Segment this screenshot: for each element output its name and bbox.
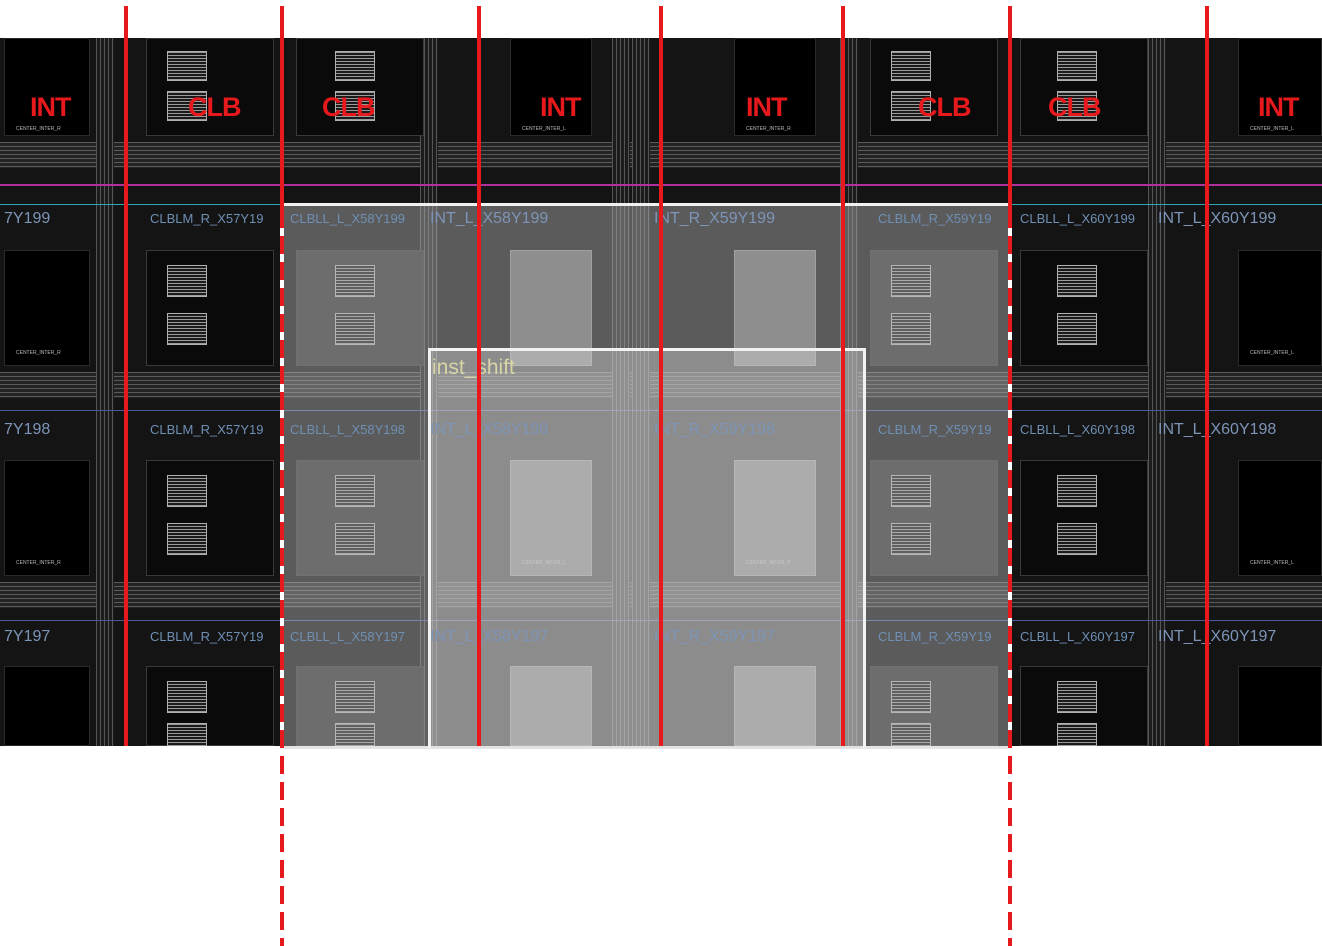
tile-label: CLBLM_R_X59Y19: [878, 422, 992, 437]
tile-label: CLBLM_R_X59Y19: [878, 629, 992, 644]
column-boundary-dashed: [280, 210, 284, 946]
column-boundary-line: [1205, 6, 1209, 746]
tile-label: INT_R_X59Y198: [654, 421, 775, 438]
int-tile[interactable]: [4, 666, 90, 746]
column-label-clb: CLB: [188, 92, 241, 122]
clb-tile[interactable]: [1020, 460, 1148, 576]
tile-tag: CENTER_INTER_R: [16, 126, 61, 132]
tile-tag: CENTER_INTER_R: [746, 126, 791, 132]
column-label-clb: CLB: [918, 92, 971, 122]
column-label-clb: CLB: [322, 92, 375, 122]
tile-label: 7Y198: [4, 421, 51, 438]
int-tile[interactable]: [1238, 666, 1322, 746]
column-boundary-line: [280, 6, 284, 211]
clb-tile[interactable]: [1020, 666, 1148, 746]
tile-label: CLBLL_L_X60Y199: [1020, 211, 1135, 226]
column-boundary-line: [1008, 6, 1012, 211]
column-boundary-line: [477, 6, 481, 746]
instance-region[interactable]: [428, 348, 866, 748]
tile-label: CLBLL_L_X58Y198: [290, 422, 405, 437]
int-tile[interactable]: [1238, 460, 1322, 576]
tile-label: INT_L_X58Y197: [430, 628, 549, 645]
column-label-int: INT: [746, 92, 787, 122]
tile-label: CLBLM_R_X59Y19: [878, 211, 992, 226]
column-boundary-line: [841, 6, 845, 746]
tile-tag: CENTER_INTER_R: [16, 350, 61, 356]
int-tile[interactable]: [4, 250, 90, 366]
column-label-int: INT: [540, 92, 581, 122]
tile-label: CLBLM_R_X57Y19: [150, 211, 264, 226]
tile-label: CLBLL_L_X60Y198: [1020, 422, 1135, 437]
tile-label: INT_R_X59Y197: [654, 628, 775, 645]
routing-bus: [96, 38, 114, 746]
tile-tag: CENTER_INTER_R: [16, 560, 61, 566]
tile-tag: CENTER_INTER_L: [1250, 560, 1294, 566]
tile-label: 7Y197: [4, 628, 51, 645]
clb-tile[interactable]: [146, 460, 274, 576]
column-boundary-dashed: [1008, 210, 1012, 946]
tile-tag: CENTER_INTER_L: [1250, 350, 1294, 356]
tile-label: CLBLL_L_X58Y197: [290, 629, 405, 644]
int-tile[interactable]: [1238, 250, 1322, 366]
clb-tile[interactable]: [1020, 250, 1148, 366]
tile-label: INT_L_X58Y198: [430, 421, 549, 438]
tile-label: 7Y199: [4, 210, 51, 227]
clb-tile[interactable]: [146, 666, 274, 746]
tile-label: CLBLM_R_X57Y19: [150, 422, 264, 437]
tile-label: INT_L_X58Y199: [430, 210, 549, 227]
int-tile[interactable]: [4, 460, 90, 576]
tile-label: INT_L_X60Y197: [1158, 628, 1277, 645]
tile-label: CLBLM_R_X57Y19: [150, 629, 264, 644]
tile-tag: CENTER_INTER_L: [522, 126, 566, 132]
tile-tag: CENTER_INTER_L: [1250, 126, 1294, 132]
column-label-clb: CLB: [1048, 92, 1101, 122]
instance-label: inst_shift: [432, 356, 515, 379]
tile-label: INT_R_X59Y199: [654, 210, 775, 227]
column-label-int: INT: [30, 92, 71, 122]
column-label-int: INT: [1258, 92, 1299, 122]
tile-label: INT_L_X60Y198: [1158, 421, 1277, 438]
tile-label: CLBLL_L_X58Y199: [290, 211, 405, 226]
tile-label: CLBLL_L_X60Y197: [1020, 629, 1135, 644]
tile-label: INT_L_X60Y199: [1158, 210, 1277, 227]
column-boundary-line: [124, 6, 128, 746]
clb-tile[interactable]: [146, 250, 274, 366]
column-boundary-line: [659, 6, 663, 746]
